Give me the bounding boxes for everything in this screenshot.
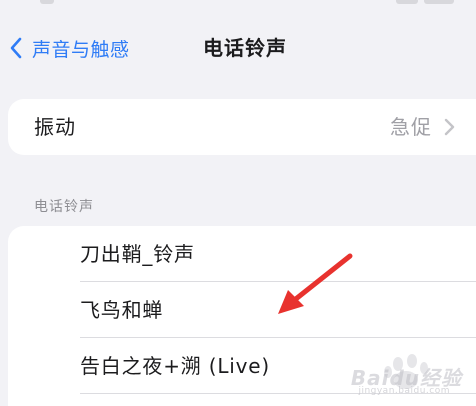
ringtone-item-label: 刀出鞘_铃声: [80, 242, 195, 266]
status-bar: [0, 0, 476, 14]
ringtone-item[interactable]: 刀出鞘_铃声: [8, 226, 476, 282]
wifi-icon: [396, 0, 418, 4]
ringtone-section-header: 电话铃声: [34, 199, 94, 215]
vibration-value: 急促: [390, 115, 432, 139]
ringtone-item-label: 飞鸟和蝉: [80, 298, 164, 322]
page-title: 电话铃声: [203, 36, 287, 60]
vibration-row[interactable]: 振动 急促: [8, 99, 476, 155]
vibration-label: 振动: [34, 115, 76, 139]
ringtone-item[interactable]: 飞鸟和蝉: [8, 282, 476, 338]
watermark-url: jingyan.baidu.com: [358, 386, 450, 396]
navigation-bar: 声音与触感 电话铃声: [0, 22, 476, 74]
battery-icon: [424, 0, 454, 4]
status-time-fragment: [40, 0, 54, 4]
chevron-right-icon: [442, 118, 456, 136]
ringtone-item-label: 告白之夜+溯 (Live): [80, 354, 270, 378]
